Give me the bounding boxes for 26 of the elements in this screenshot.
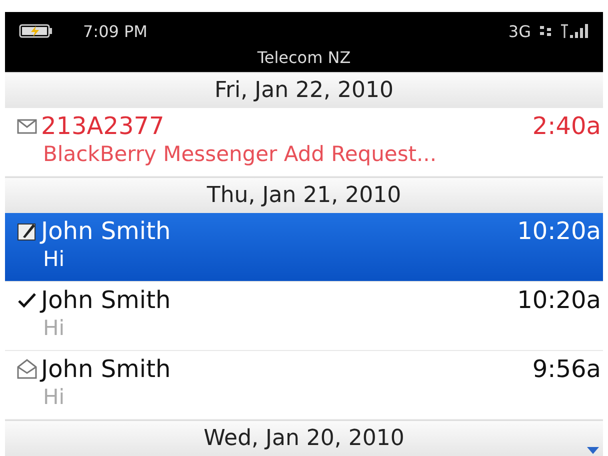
data-activity-icon (539, 24, 553, 38)
date-label: Thu, Jan 21, 2010 (206, 183, 402, 208)
open-envelope-icon (17, 359, 37, 379)
message-time: 10:20a (517, 286, 601, 314)
date-label: Wed, Jan 20, 2010 (204, 426, 404, 451)
message-time: 9:56a (532, 355, 601, 383)
date-label: Fri, Jan 22, 2010 (214, 78, 394, 103)
pencil-note-icon (17, 221, 37, 241)
carrier-name: Telecom NZ (256, 48, 352, 67)
message-preview: Hi (42, 316, 66, 340)
sender-name: John Smith (41, 286, 171, 314)
message-preview: BlackBerry Messenger Add Request... (42, 142, 438, 166)
sender-name: John Smith (41, 217, 171, 245)
message-item[interactable]: John Smith 10:20a Hi (5, 282, 603, 351)
sender-name: 213A2377 (41, 112, 164, 140)
message-preview: Hi (42, 385, 66, 409)
message-time: 10:20a (517, 217, 601, 245)
message-item[interactable]: John Smith 10:20a Hi (5, 213, 603, 282)
sender-name: John Smith (41, 355, 171, 383)
clock-time: 7:09 PM (83, 22, 148, 40)
envelope-icon (17, 117, 37, 135)
checkmark-icon (17, 291, 37, 309)
signal-icon (561, 23, 591, 39)
message-time: 2:40a (532, 112, 601, 140)
message-preview: Hi (42, 247, 66, 271)
network-type: 3G (508, 22, 531, 40)
